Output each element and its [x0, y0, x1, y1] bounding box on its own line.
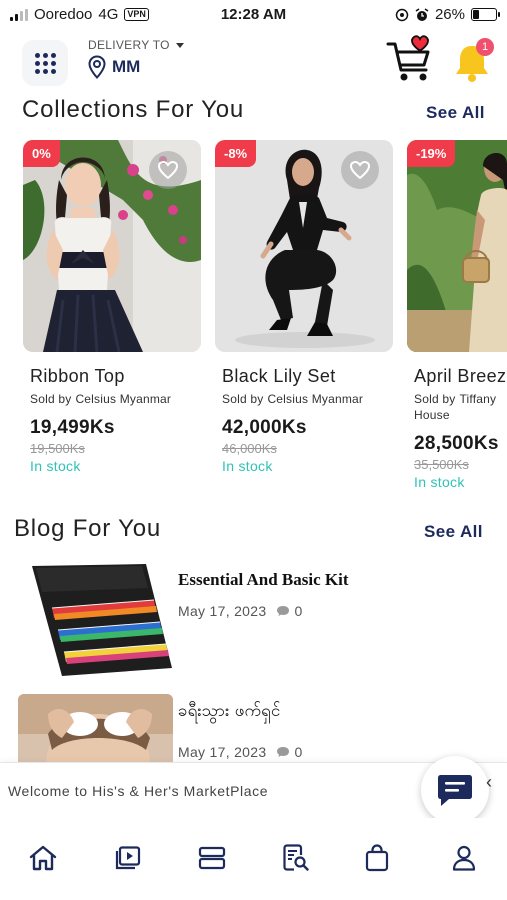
- product-card[interactable]: 0% Ribbon Top Sold by Celsius Myanmar 19,…: [23, 140, 201, 474]
- heart-outline-icon: [350, 161, 370, 179]
- menu-grid-button[interactable]: [22, 40, 68, 86]
- status-bar: Ooredoo 4G VPN 12:28 AM 26%: [0, 0, 507, 30]
- discount-badge: -8%: [215, 140, 257, 167]
- orientation-lock-icon: [395, 8, 409, 21]
- blog-post-comment-count: 0: [294, 603, 303, 619]
- app-header: DELIVERY TO MM 1: [0, 34, 507, 92]
- blog-title: Blog For You: [14, 515, 162, 542]
- seller-name[interactable]: Celsius Myanmar: [267, 392, 363, 406]
- nav-home[interactable]: [27, 842, 59, 874]
- product-price: 42,000Ks: [222, 417, 307, 438]
- blog-thumbnail[interactable]: [18, 564, 173, 676]
- sold-by-label: Sold by: [30, 392, 72, 406]
- blog-post[interactable]: Essential And Basic Kit May 17, 2023 0: [18, 564, 488, 679]
- welcome-text: Welcome to His's & Her's MarketPlace: [8, 783, 269, 799]
- comment-icon: [277, 606, 290, 616]
- video-icon: [115, 846, 141, 870]
- nav-profile[interactable]: [448, 842, 480, 874]
- delivery-selector[interactable]: DELIVERY TO MM: [88, 38, 184, 79]
- location-pin-icon: [88, 55, 106, 79]
- product-seller: Sold by Celsius Myanmar: [215, 391, 393, 407]
- blog-post-date: May 17, 2023: [178, 603, 267, 619]
- product-image[interactable]: -19%: [407, 140, 507, 352]
- bottom-navigation: [0, 818, 507, 900]
- delivery-location: MM: [112, 57, 141, 76]
- sold-by-label: Sold by: [222, 392, 264, 406]
- chat-icon: [438, 775, 472, 806]
- product-old-price: 46,000Ks: [222, 441, 277, 456]
- profile-icon: [452, 845, 476, 871]
- favorite-button[interactable]: [149, 151, 187, 189]
- notifications-button[interactable]: 1: [452, 38, 494, 84]
- collections-title: Collections For You: [22, 96, 244, 123]
- product-card[interactable]: -19% April Breez Sold by Tiffany House 28…: [407, 140, 507, 490]
- blog-post-title[interactable]: ခရီးသွား ဖက်ရှင်: [178, 700, 280, 725]
- search-document-icon: [283, 844, 309, 871]
- heart-outline-icon: [158, 161, 178, 179]
- battery-icon: [471, 8, 500, 21]
- product-image[interactable]: 0%: [23, 140, 201, 352]
- nav-search[interactable]: [280, 842, 312, 874]
- collections-icon: [198, 846, 226, 870]
- battery-percent: 26%: [434, 6, 465, 23]
- product-name[interactable]: April Breez: [407, 366, 507, 387]
- product-photo: [407, 140, 507, 352]
- chat-button[interactable]: [421, 756, 489, 824]
- cart-heart-icon: [386, 35, 430, 81]
- product-old-price: 19,500Ks: [30, 441, 85, 456]
- collapse-chevron-icon[interactable]: ‹: [486, 772, 492, 793]
- delivery-label: DELIVERY TO: [88, 38, 170, 52]
- home-icon: [29, 845, 57, 871]
- stock-status: In stock: [30, 458, 81, 474]
- product-name[interactable]: Ribbon Top: [23, 366, 201, 387]
- seller-name[interactable]: Celsius Myanmar: [75, 392, 171, 406]
- product-seller: Sold by Tiffany House: [407, 391, 507, 423]
- discount-badge: -19%: [407, 140, 456, 167]
- blog-see-all-link[interactable]: See All: [424, 522, 483, 542]
- product-card[interactable]: -8% Black Lily Set Sold by Celsius Myanma…: [215, 140, 393, 474]
- caret-down-icon: [175, 42, 184, 48]
- product-seller: Sold by Celsius Myanmar: [23, 391, 201, 407]
- product-price: 19,499Ks: [30, 417, 115, 438]
- product-old-price: 35,500Ks: [414, 457, 469, 472]
- alarm-icon: [415, 7, 429, 21]
- nav-bag[interactable]: [361, 842, 393, 874]
- blog-post-comment-count: 0: [294, 744, 303, 760]
- wishlist-cart-button[interactable]: [386, 34, 434, 84]
- notification-badge: 1: [476, 38, 494, 56]
- blog-photo: [18, 564, 173, 676]
- blog-post-title[interactable]: Essential And Basic Kit: [178, 570, 349, 590]
- product-name[interactable]: Black Lily Set: [215, 366, 393, 387]
- product-image[interactable]: -8%: [215, 140, 393, 352]
- comment-icon: [277, 747, 290, 757]
- blog-post-meta: May 17, 2023 0: [178, 603, 303, 619]
- nav-videos[interactable]: [112, 842, 144, 874]
- stock-status: In stock: [222, 458, 273, 474]
- stock-status: In stock: [414, 474, 465, 490]
- discount-badge: 0%: [23, 140, 60, 167]
- product-price: 28,500Ks: [414, 433, 499, 454]
- blog-post-date: May 17, 2023: [178, 744, 267, 760]
- sold-by-label: Sold by: [414, 392, 456, 406]
- favorite-button[interactable]: [341, 151, 379, 189]
- nav-collections[interactable]: [196, 842, 228, 874]
- shopping-bag-icon: [365, 844, 389, 872]
- collections-see-all-link[interactable]: See All: [426, 103, 485, 123]
- blog-post-meta: May 17, 2023 0: [178, 744, 303, 760]
